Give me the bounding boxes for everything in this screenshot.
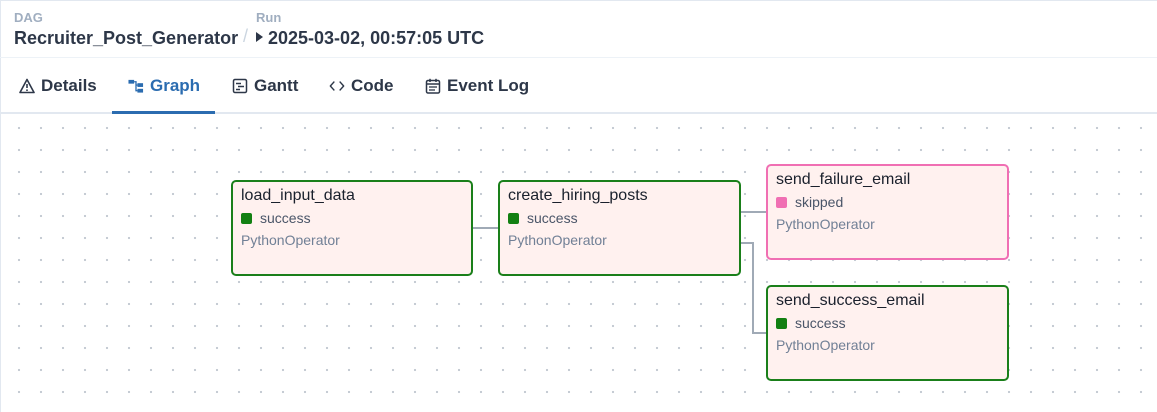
task-id: load_input_data (241, 187, 355, 204)
tab-event-log-label: Event Log (447, 75, 530, 95)
task-node[interactable]: load_input_data success PythonOperator (231, 180, 473, 276)
state-indicator (508, 212, 519, 224)
task-state: success (508, 208, 731, 228)
tab-code-label: Code (351, 75, 394, 95)
task-state: success (241, 208, 463, 228)
graph-icon (128, 78, 144, 94)
dag-name[interactable]: Recruiter_Post_Generator (14, 26, 238, 50)
tab-gantt[interactable]: Gantt (232, 58, 298, 113)
task-node[interactable]: send_failure_email skipped PythonOperato… (766, 164, 1009, 260)
run-timestamp: 2025-03-02, 00:57:05 UTC (268, 28, 485, 48)
breadcrumb-separator: / (243, 26, 249, 46)
state-indicator (776, 196, 787, 208)
play-icon (256, 32, 263, 42)
run-value[interactable]: 2025-03-02, 00:57:05 UTC (256, 26, 484, 50)
gantt-icon (232, 78, 248, 94)
task-id: send_success_email (776, 292, 925, 309)
code-icon (329, 78, 345, 94)
breadcrumb: DAG Recruiter_Post_Generator / Run 2025-… (0, 0, 1157, 57)
task-state: success (776, 313, 999, 333)
tab-graph-label: Graph (150, 75, 201, 95)
state-indicator (776, 317, 787, 329)
task-state-label: success (260, 210, 311, 226)
task-node[interactable]: send_success_email success PythonOperato… (766, 285, 1009, 381)
task-id: send_failure_email (776, 171, 911, 188)
tab-bar: Details Graph Gantt Code Event Log (0, 57, 1157, 113)
tab-gantt-label: Gantt (254, 75, 299, 95)
task-state-label: success (527, 210, 578, 226)
task-operator: PythonOperator (508, 232, 607, 248)
state-indicator (241, 212, 252, 224)
breadcrumb-run[interactable]: Run 2025-03-02, 00:57:05 UTC (256, 11, 484, 50)
tab-code[interactable]: Code (329, 58, 394, 113)
task-id: create_hiring_posts (508, 187, 648, 204)
calendar-icon (425, 78, 441, 94)
task-operator: PythonOperator (776, 216, 875, 232)
breadcrumb-dag-label: DAG (14, 10, 43, 25)
tab-details-label: Details (41, 75, 97, 95)
breadcrumb-run-label: Run (256, 10, 282, 25)
breadcrumb-dag[interactable]: DAG Recruiter_Post_Generator (14, 11, 238, 50)
task-state: skipped (776, 192, 999, 212)
task-node[interactable]: create_hiring_posts success PythonOperat… (498, 180, 741, 276)
warning-triangle-icon (19, 78, 35, 94)
tab-graph[interactable]: Graph (128, 58, 200, 113)
task-state-label: skipped (795, 194, 844, 210)
task-operator: PythonOperator (776, 337, 875, 353)
task-operator: PythonOperator (241, 232, 340, 248)
task-state-label: success (795, 315, 846, 331)
tab-details[interactable]: Details (19, 58, 97, 113)
tab-event-log[interactable]: Event Log (425, 58, 529, 113)
